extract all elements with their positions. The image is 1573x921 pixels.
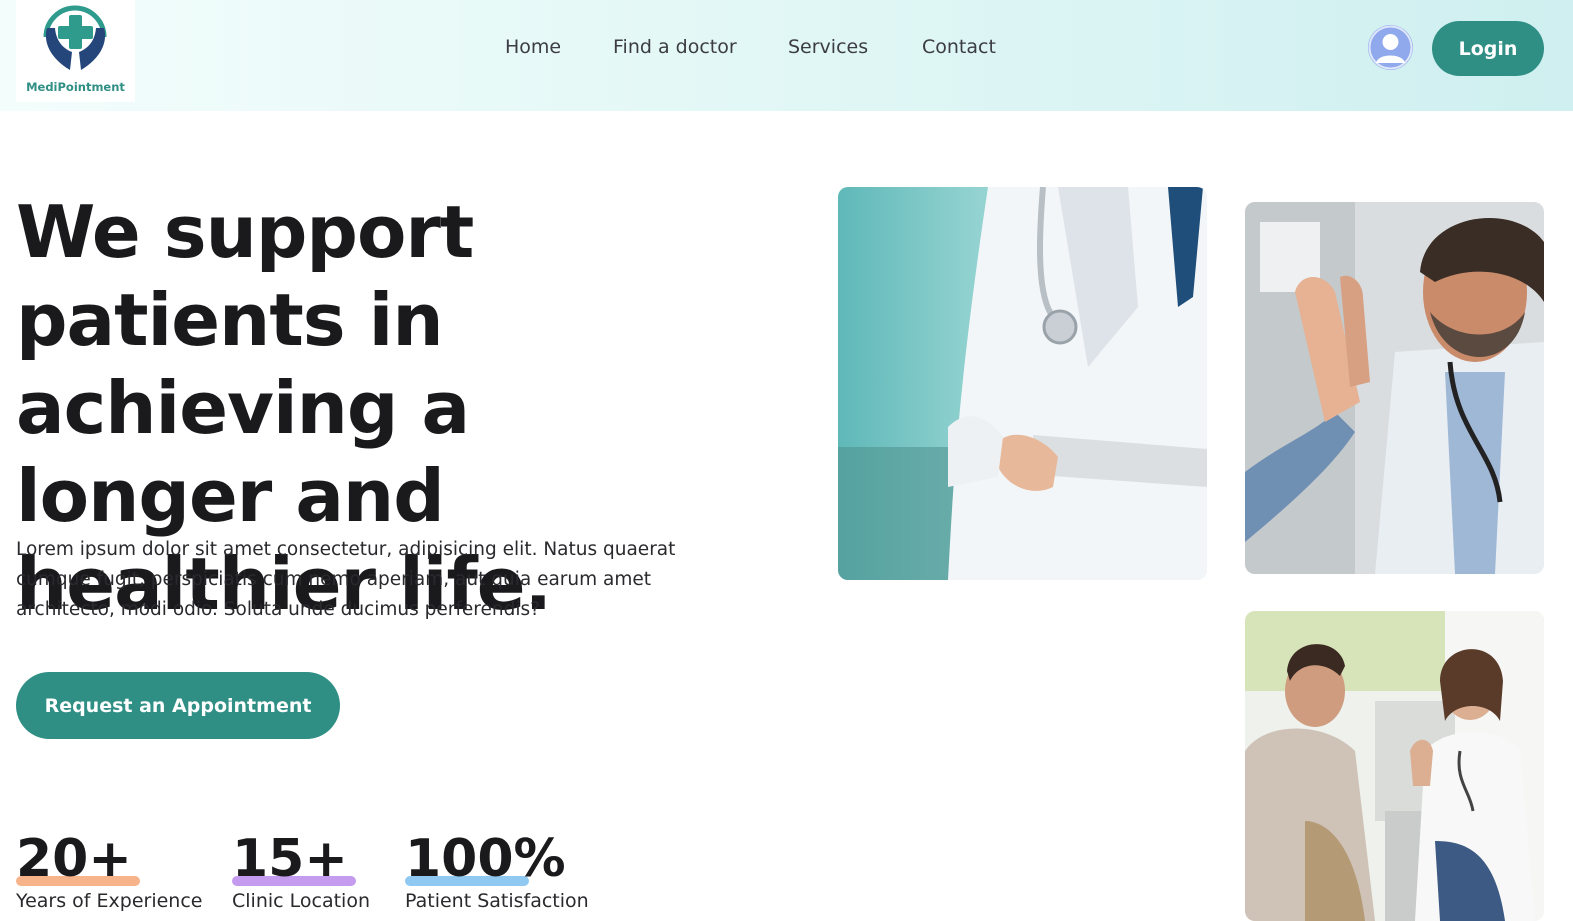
doctor-high-five-photo (1245, 202, 1544, 574)
brand-logo[interactable]: MediPointment (16, 0, 135, 102)
brand-name: MediPointment (26, 80, 125, 94)
stat-label: Clinic Location (232, 890, 370, 912)
stat-satisfaction: 100% Patient Satisfaction (405, 828, 589, 912)
medical-cross-hands-icon (43, 5, 107, 70)
user-avatar[interactable] (1368, 25, 1413, 70)
stat-clinics: 15+ Clinic Location (232, 828, 370, 912)
nav-home[interactable]: Home (505, 36, 561, 58)
nav-find-doctor[interactable]: Find a doctor (613, 36, 737, 58)
stat-experience: 20+ Years of Experience (16, 828, 202, 912)
stat-value: 100% (405, 829, 566, 889)
stat-label: Years of Experience (16, 890, 203, 912)
login-button[interactable]: Login (1432, 21, 1544, 76)
doctor-consultation-photo (1245, 611, 1544, 921)
doctor-tablet-photo (838, 187, 1207, 580)
stat-value: 20+ (16, 829, 132, 889)
request-appointment-button[interactable]: Request an Appointment (16, 672, 340, 739)
user-avatar-icon (1368, 25, 1413, 70)
stat-label: Patient Satisfaction (405, 890, 589, 912)
nav-contact[interactable]: Contact (922, 36, 996, 58)
stat-value: 15+ (232, 829, 348, 889)
hero-description: Lorem ipsum dolor sit amet consectetur, … (16, 539, 676, 620)
nav-services[interactable]: Services (788, 36, 868, 58)
site-header: MediPointment Home Find a doctor Service… (0, 0, 1573, 111)
